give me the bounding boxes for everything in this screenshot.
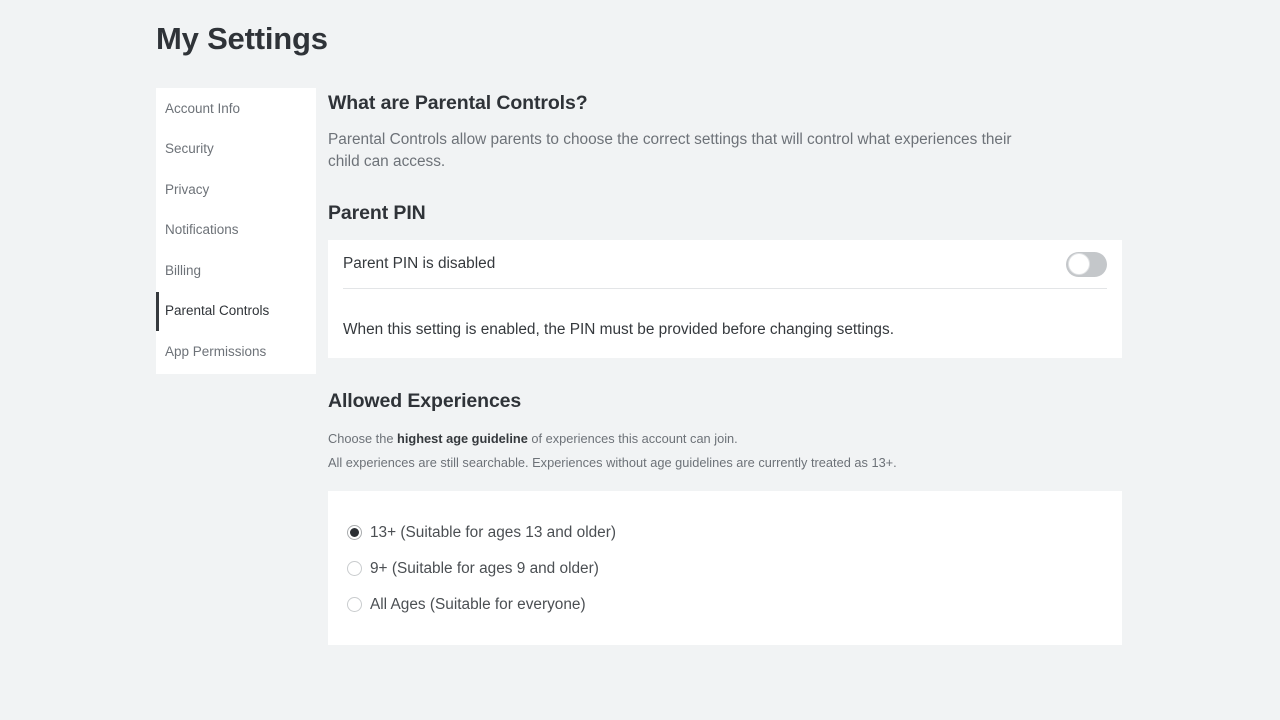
settings-sidebar: Account Info Security Privacy Notificati… (156, 88, 316, 374)
sidebar-item-security[interactable]: Security (156, 129, 316, 170)
sidebar-item-parental-controls[interactable]: Parental Controls (156, 291, 316, 332)
sidebar-item-label: App Permissions (165, 343, 267, 359)
sidebar-item-label: Privacy (165, 181, 210, 197)
allowed-experiences-description: Choose the highest age guideline of expe… (328, 430, 1122, 447)
settings-page: My Settings Account Info Security Privac… (0, 0, 1280, 720)
sidebar-item-app-permissions[interactable]: App Permissions (156, 331, 316, 372)
toggle-knob (1067, 253, 1090, 275)
parent-pin-toggle[interactable] (1066, 251, 1107, 277)
intro-body: Parental Controls allow parents to choos… (328, 131, 1012, 170)
parent-pin-description: When this setting is enabled, the PIN mu… (343, 321, 894, 339)
sidebar-item-label: Notifications (165, 222, 239, 238)
description-emphasis: highest age guideline (397, 431, 528, 447)
age-option-all-ages[interactable]: All Ages (Suitable for everyone) (328, 591, 1122, 618)
age-guideline-options: 13+ (Suitable for ages 13 and older) 9+ … (328, 491, 1122, 646)
description-suffix: of experiences this account can join. (527, 431, 738, 447)
age-option-9-plus[interactable]: 9+ (Suitable for ages 9 and older) (328, 555, 1122, 582)
description-prefix: Choose the (328, 431, 398, 447)
page-title: My Settings (156, 21, 328, 56)
card-divider (343, 288, 1107, 289)
age-option-label: All Ages (Suitable for everyone) (370, 595, 586, 613)
sidebar-item-label: Security (165, 141, 214, 157)
radio-unselected-icon[interactable] (347, 597, 362, 613)
allowed-experiences-heading: Allowed Experiences (328, 390, 522, 413)
parent-pin-heading: Parent PIN (328, 202, 426, 224)
age-option-label: 9+ (Suitable for ages 9 and older) (370, 559, 599, 577)
age-option-13-plus[interactable]: 13+ (Suitable for ages 13 and older) (328, 519, 1122, 546)
settings-content: What are Parental Controls? Parental Con… (328, 88, 1122, 646)
sidebar-item-label: Billing (165, 262, 202, 278)
sidebar-item-privacy[interactable]: Privacy (156, 169, 316, 210)
intro-heading: What are Parental Controls? (328, 92, 588, 114)
sidebar-item-label: Account Info (165, 100, 241, 116)
radio-selected-icon[interactable] (347, 525, 362, 541)
sidebar-item-label: Parental Controls (165, 303, 270, 319)
parent-pin-toggle-row[interactable]: Parent PIN is disabled (328, 240, 1122, 288)
age-option-label: 13+ (Suitable for ages 13 and older) (370, 523, 616, 541)
parent-pin-card: Parent PIN is disabled When this setting… (328, 240, 1122, 359)
sidebar-item-billing[interactable]: Billing (156, 250, 316, 291)
sidebar-item-notifications[interactable]: Notifications (156, 210, 316, 251)
parent-pin-status-label: Parent PIN is disabled (343, 255, 496, 272)
sidebar-item-account-info[interactable]: Account Info (156, 88, 316, 129)
allowed-experiences-note: All experiences are still searchable. Ex… (328, 455, 897, 471)
radio-unselected-icon[interactable] (347, 561, 362, 577)
